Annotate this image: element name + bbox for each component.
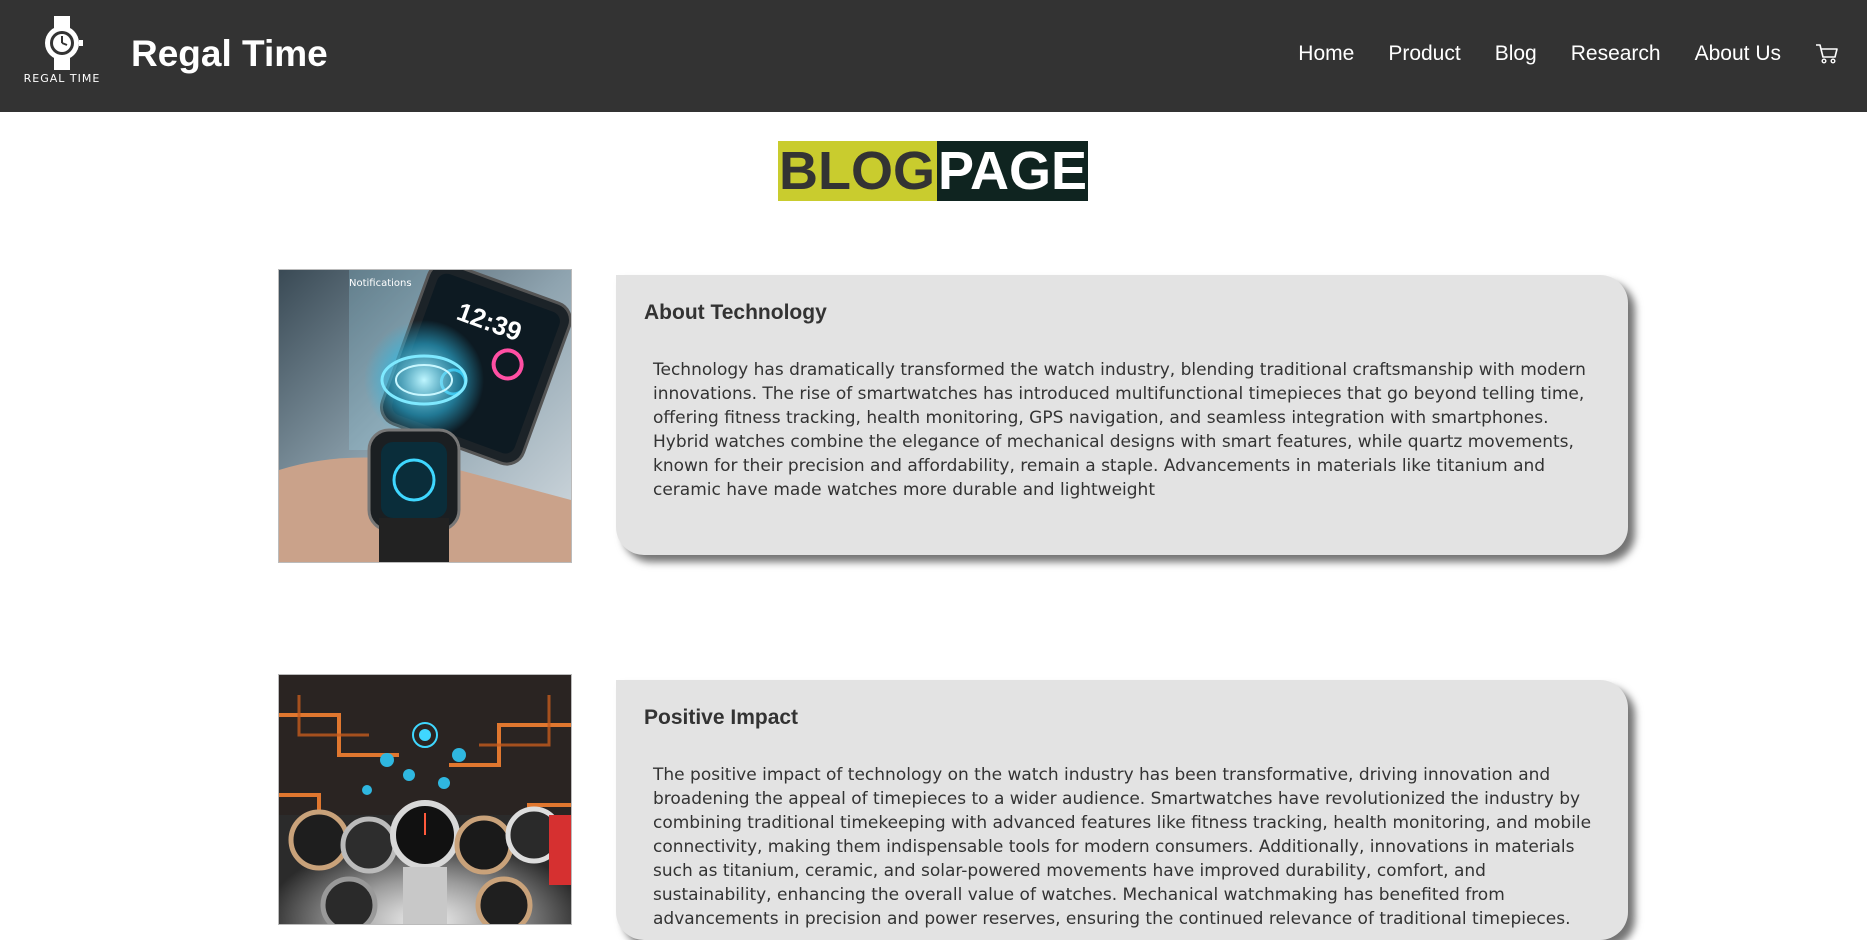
image-notifications-label: Notifications — [349, 278, 412, 289]
nav-about-us[interactable]: About Us — [1695, 42, 1781, 66]
nav-product[interactable]: Product — [1388, 42, 1460, 66]
logo[interactable]: REGAL TIME — [18, 14, 106, 86]
page-title-blog: BLOG — [778, 141, 937, 201]
watch-logo-icon — [45, 16, 83, 70]
cart-icon[interactable] — [1815, 43, 1839, 65]
brand-name[interactable]: Regal Time — [131, 30, 328, 78]
post-body: The positive impact of technology on the… — [653, 765, 1592, 929]
post-title: About Technology — [644, 301, 827, 324]
nav-home[interactable]: Home — [1298, 42, 1354, 66]
nav-links: Home Product Blog Research About Us — [1298, 38, 1867, 70]
page-title-page: PAGE — [937, 141, 1089, 201]
positive-impact-image — [278, 674, 572, 925]
nav-blog[interactable]: Blog — [1495, 42, 1537, 66]
nav-research[interactable]: Research — [1571, 42, 1661, 66]
post-title: Positive Impact — [644, 706, 799, 729]
technology-image: 12:39 Notifications — [278, 269, 572, 563]
page-title: BLOG PAGE — [778, 141, 1089, 201]
navbar: REGAL TIME Regal Time Home Product Blog … — [0, 0, 1867, 112]
post-card-positive-impact: Positive Impact The positive impact of t… — [616, 680, 1628, 940]
logo-text: REGAL TIME — [23, 72, 101, 85]
post-card-technology: About Technology Technology has dramatic… — [616, 275, 1628, 555]
post-body: Technology has dramatically transformed … — [653, 360, 1586, 500]
